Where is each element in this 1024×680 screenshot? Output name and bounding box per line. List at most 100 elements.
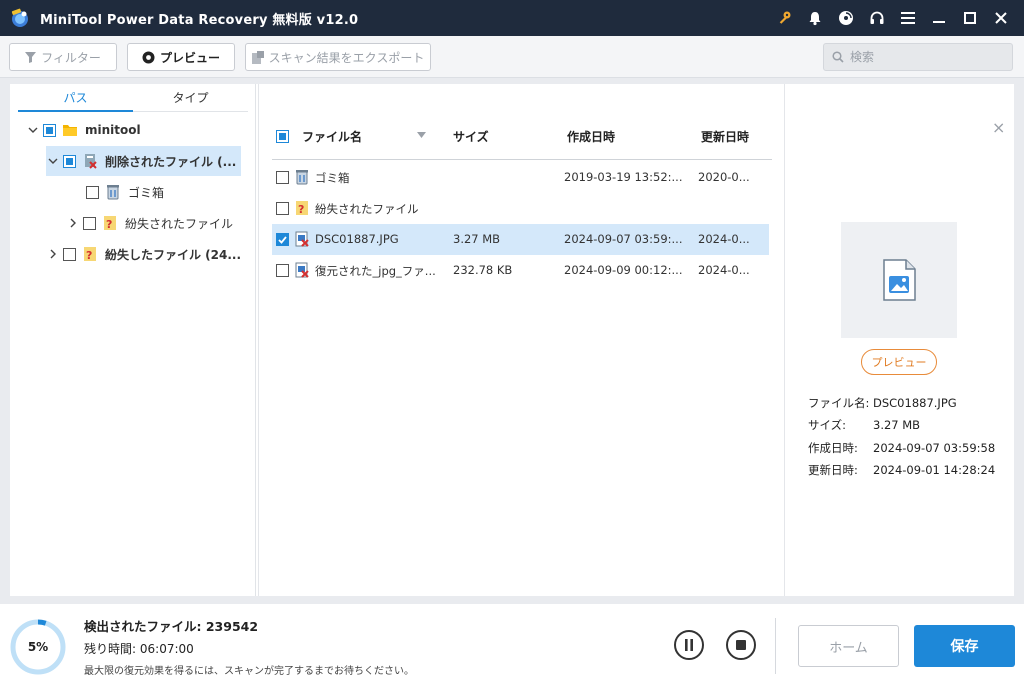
pause-button[interactable]	[674, 630, 704, 660]
tree-checkbox[interactable]	[63, 247, 76, 261]
file-modified: 2024-0...	[698, 263, 750, 277]
stop-button[interactable]	[726, 630, 756, 660]
disc-icon[interactable]	[830, 0, 861, 36]
tab-type[interactable]: タイプ	[133, 84, 248, 112]
tree-pane: パス タイプ minitool 削除されたファイル (... ゴミ箱 ? 紛失さ…	[10, 84, 256, 596]
sort-down-icon[interactable]	[417, 132, 426, 138]
checkmark-icon	[278, 235, 287, 244]
info-file-name: ファイル名: DSC01887.JPG	[808, 396, 957, 410]
column-header-modified[interactable]: 更新日時	[701, 128, 749, 145]
file-name: DSC01887.JPG	[315, 232, 399, 246]
file-row[interactable]: ゴミ箱 2019-03-19 13:52:... 2020-0...	[272, 162, 769, 193]
bell-icon[interactable]	[799, 0, 830, 36]
tree-item-label: 紛失されたファイル	[125, 216, 234, 231]
info-size: サイズ: 3.27 MB	[808, 418, 921, 432]
preview-toolbar-button[interactable]: プレビュー	[127, 43, 235, 71]
export-icon	[251, 50, 264, 64]
remaining-time: 残り時間: 06:07:00	[84, 642, 194, 656]
remaining-time-value: 06:07:00	[139, 642, 194, 656]
pane-divider[interactable]	[258, 84, 259, 596]
chevron-down-icon[interactable]	[46, 158, 60, 165]
file-created: 2024-09-09 00:12:...	[564, 263, 683, 277]
info-modified: 更新日時: 2024-09-01 14:28:24	[808, 463, 996, 477]
tree-checkbox[interactable]	[86, 185, 99, 199]
tree-item-minitool[interactable]: minitool	[26, 115, 256, 145]
maximize-icon[interactable]	[954, 0, 985, 36]
recycle-bin-icon	[296, 170, 308, 185]
status-bar: 5% 検出されたファイル: 239542 残り時間: 06:07:00 最大限の…	[0, 604, 1024, 680]
minimize-icon[interactable]	[923, 0, 954, 36]
deleted-image-icon	[295, 231, 309, 247]
eye-icon	[142, 51, 155, 63]
search-box[interactable]	[823, 43, 1013, 71]
select-all-checkbox[interactable]	[276, 130, 289, 143]
scan-hint: 最大限の復元効果を得るには、スキャンが完了するまでお待ちください。	[84, 666, 414, 677]
file-size: 232.78 KB	[453, 263, 513, 277]
column-header-created[interactable]: 作成日時	[567, 128, 615, 145]
key-icon[interactable]	[768, 0, 799, 36]
preview-toolbar-label: プレビュー	[159, 50, 220, 65]
filter-label: フィルター	[41, 50, 101, 65]
close-icon[interactable]	[985, 0, 1016, 36]
recycle-bin-icon	[107, 185, 119, 200]
column-header-size[interactable]: サイズ	[453, 128, 489, 145]
tree-item-label: 削除されたファイル (...	[105, 154, 237, 169]
filter-button[interactable]: フィルター	[9, 43, 117, 71]
file-list-pane: ファイル名 サイズ 作成日時 更新日時 ゴミ箱 2019-03-19 13:52…	[272, 84, 782, 596]
pane-divider[interactable]	[784, 84, 785, 596]
headset-icon[interactable]	[861, 0, 892, 36]
preview-button[interactable]: プレビュー	[861, 349, 937, 375]
progress-ring: 5%	[10, 619, 66, 675]
lost-files-icon: ?	[84, 247, 96, 262]
file-modified: 2020-0...	[698, 170, 750, 184]
toolbar: フィルター プレビュー スキャン結果をエクスポート	[0, 36, 1024, 78]
chevron-down-icon[interactable]	[26, 127, 40, 134]
search-input[interactable]	[850, 50, 1000, 64]
found-files: 検出されたファイル: 239542	[84, 619, 259, 634]
image-file-icon	[883, 259, 916, 301]
export-label: スキャン結果をエクスポート	[268, 50, 425, 65]
tree-item-recycle-bin[interactable]: ゴミ箱	[86, 177, 236, 207]
tree-checkbox[interactable]	[43, 123, 56, 137]
progress-percent: 5%	[27, 640, 49, 654]
row-checkbox[interactable]	[276, 202, 289, 215]
tree-item-label: 紛失したファイル (24...	[105, 247, 242, 262]
folder-icon	[63, 125, 77, 136]
file-name: 復元された_jpg_ファ...	[315, 264, 436, 278]
chevron-right-icon[interactable]	[46, 249, 60, 259]
chevron-right-icon[interactable]	[66, 218, 80, 228]
tree-item-lost-files-sub[interactable]: ? 紛失されたファイル	[66, 208, 246, 238]
row-checkbox[interactable]	[276, 264, 289, 277]
stop-icon	[736, 640, 746, 650]
tree-item-deleted-files[interactable]: 削除されたファイル (...	[46, 146, 241, 176]
file-size: 3.27 MB	[453, 232, 501, 246]
close-preview-icon[interactable]: ×	[992, 118, 1005, 137]
file-row[interactable]: ? 紛失されたファイル	[272, 193, 769, 224]
row-checkbox-checked[interactable]	[276, 233, 289, 246]
tree-checkbox[interactable]	[83, 216, 96, 230]
file-modified: 2024-0...	[698, 232, 750, 246]
row-checkbox[interactable]	[276, 171, 289, 184]
view-tabs: パス タイプ	[18, 84, 248, 112]
menu-icon[interactable]	[892, 0, 923, 36]
tree-checkbox[interactable]	[63, 154, 76, 168]
deleted-files-icon	[85, 154, 97, 169]
home-button[interactable]: ホーム	[798, 625, 899, 667]
tree-item-label: ゴミ箱	[128, 185, 165, 200]
file-row-selected[interactable]: DSC01887.JPG 3.27 MB 2024-09-07 03:59:..…	[272, 224, 769, 255]
column-header-name[interactable]: ファイル名	[302, 128, 362, 145]
tree-item-lost-files[interactable]: ? 紛失したファイル (24...	[46, 239, 246, 269]
file-row[interactable]: 復元された_jpg_ファ... 232.78 KB 2024-09-09 00:…	[272, 255, 769, 286]
svg-text:?: ?	[86, 249, 92, 262]
tab-path[interactable]: パス	[18, 84, 133, 112]
svg-text:?: ?	[106, 218, 112, 231]
preview-pane: × プレビュー ファイル名: DSC01887.JPG サイズ: 3.27 MB 作…	[786, 84, 1014, 596]
file-list-header: ファイル名 サイズ 作成日時 更新日時	[272, 112, 772, 160]
file-name: 紛失されたファイル	[315, 202, 419, 216]
file-created: 2019-03-19 13:52:...	[564, 170, 683, 184]
export-button[interactable]: スキャン結果をエクスポート	[245, 43, 431, 71]
app-logo-icon	[11, 8, 28, 27]
save-button[interactable]: 保存	[914, 625, 1015, 667]
found-count: 239542	[205, 619, 259, 634]
lost-files-icon: ?	[104, 216, 116, 231]
